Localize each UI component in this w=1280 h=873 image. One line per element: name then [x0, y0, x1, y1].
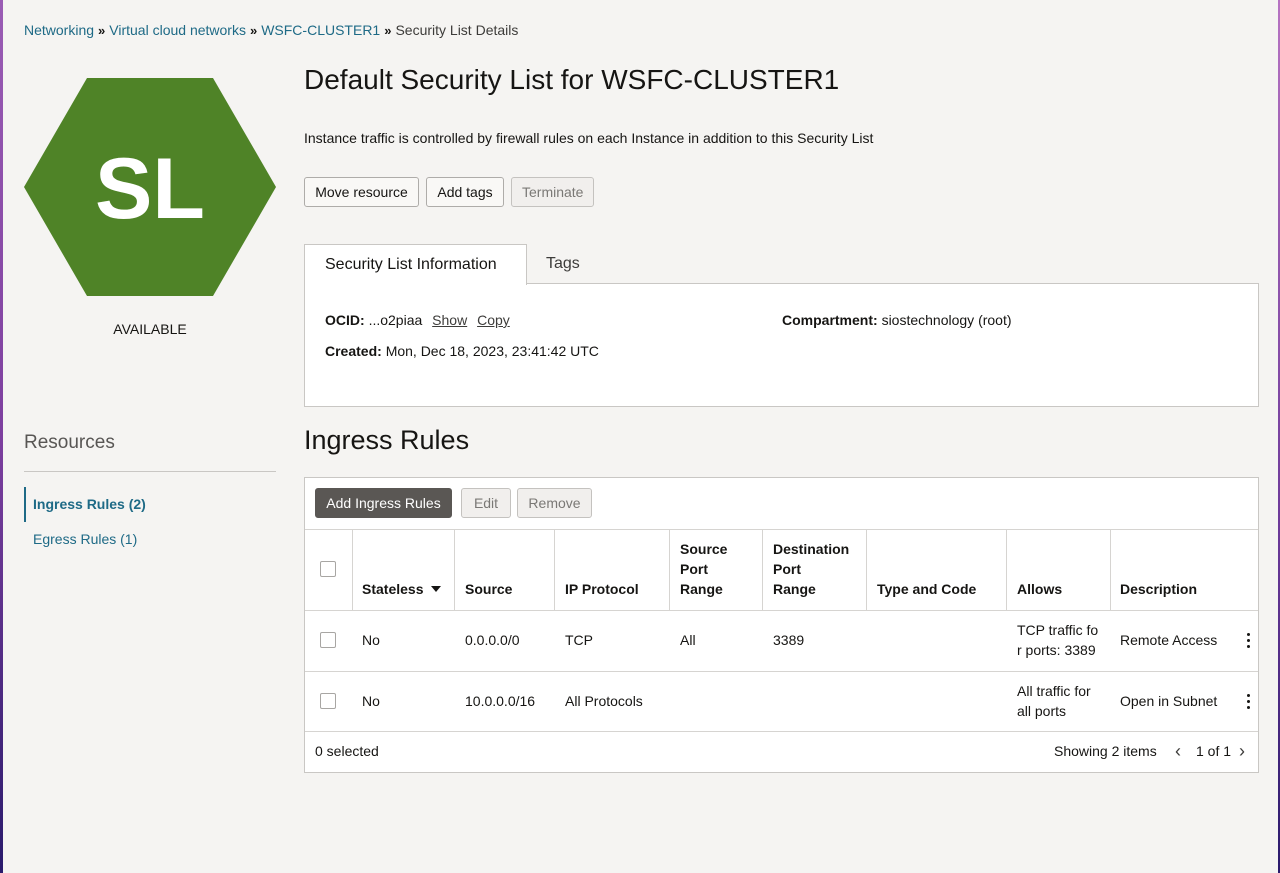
- column-header-ip-protocol: IP Protocol: [565, 581, 639, 597]
- status-label: AVAILABLE: [113, 321, 187, 337]
- cell-line: TCP traffic fo: [1017, 622, 1099, 638]
- move-resource-button[interactable]: Move resource: [304, 177, 419, 207]
- breadcrumb-separator: »: [98, 22, 106, 38]
- cell-allows: All traffic for all ports: [1017, 681, 1091, 721]
- add-ingress-rules-button[interactable]: Add Ingress Rules: [315, 488, 452, 518]
- sidebar-item-ingress-rules[interactable]: Ingress Rules (2): [24, 487, 276, 522]
- cell-ip-protocol: TCP: [565, 632, 593, 648]
- row-checkbox[interactable]: [320, 632, 336, 648]
- page-description: Instance traffic is controlled by firewa…: [304, 130, 874, 146]
- cell-allows: TCP traffic fo r ports: 3389: [1017, 620, 1098, 660]
- table-border: [305, 529, 1258, 530]
- created-row: Created: Mon, Dec 18, 2023, 23:41:42 UTC: [325, 343, 599, 359]
- compartment-row: Compartment: siostechnology (root): [782, 312, 1012, 328]
- row-checkbox[interactable]: [320, 693, 336, 709]
- tab-tags[interactable]: Tags: [546, 244, 580, 284]
- add-tags-button[interactable]: Add tags: [426, 177, 504, 207]
- table-footer: 0 selected Showing 2 items ‹ 1 of 1 ›: [305, 731, 1258, 772]
- breadcrumb-wsfc-cluster1[interactable]: WSFC-CLUSTER1: [261, 22, 380, 38]
- ocid-copy-link[interactable]: Copy: [477, 312, 510, 328]
- resource-badge: SL: [24, 78, 276, 296]
- column-header-destination-port-range: Destination Port Range: [773, 539, 849, 599]
- column-divider: [1110, 529, 1111, 610]
- header-line: Range: [773, 581, 816, 597]
- tab-security-list-information[interactable]: Security List Information: [304, 244, 527, 285]
- page-indicator: 1 of 1: [1196, 743, 1232, 759]
- sort-descending-icon: [431, 586, 442, 592]
- ocid-row: OCID: ...o2piaa Show Copy: [325, 312, 510, 328]
- page-title: Default Security List for WSFC-CLUSTER1: [304, 64, 840, 95]
- column-header-source: Source: [465, 581, 513, 597]
- breadcrumb-separator: »: [384, 22, 392, 38]
- cell-line: r ports: 3389: [1017, 642, 1096, 658]
- selected-count: 0 selected: [315, 743, 379, 759]
- column-divider: [762, 529, 763, 610]
- cell-stateless: No: [362, 632, 380, 648]
- row-actions-kebab-icon[interactable]: [1247, 633, 1251, 649]
- security-list-info-panel: OCID: ...o2piaa Show Copy Created: Mon, …: [304, 283, 1259, 407]
- cell-stateless: No: [362, 693, 380, 709]
- sidebar-item-egress-rules[interactable]: Egress Rules (1): [24, 530, 276, 548]
- resources-title: Resources: [24, 432, 115, 453]
- column-header-type-and-code: Type and Code: [877, 581, 977, 597]
- row-divider: [305, 671, 1258, 672]
- ocid-label: OCID:: [325, 312, 365, 328]
- cell-ip-protocol: All Protocols: [565, 693, 643, 709]
- chevron-right-icon[interactable]: ›: [1239, 741, 1245, 762]
- header-line: Destination: [773, 541, 850, 557]
- breadcrumb-separator: »: [249, 22, 258, 38]
- cell-description: Remote Access: [1120, 632, 1218, 648]
- column-divider: [352, 529, 353, 610]
- chevron-left-icon[interactable]: ‹: [1175, 741, 1181, 762]
- column-header-stateless[interactable]: Stateless: [362, 579, 442, 599]
- remove-button[interactable]: Remove: [517, 488, 592, 518]
- column-header-allows: Allows: [1017, 581, 1063, 597]
- ocid-value: ...o2piaa: [368, 312, 423, 328]
- cell-source: 10.0.0.0/16: [465, 693, 536, 709]
- window-edge-left: [0, 0, 3, 873]
- compartment-label: Compartment:: [782, 312, 878, 328]
- column-divider: [1006, 529, 1007, 610]
- row-actions-kebab-icon[interactable]: [1247, 694, 1251, 710]
- select-all-checkbox[interactable]: [320, 561, 336, 577]
- row-divider: [305, 610, 1258, 611]
- ingress-rules-panel: Add Ingress Rules Edit Remove Stateless …: [304, 477, 1259, 773]
- created-label: Created:: [325, 343, 382, 359]
- breadcrumb-current: Security List Details: [395, 22, 519, 38]
- showing-count: Showing 2 items: [1054, 743, 1157, 759]
- header-line: Range: [680, 581, 723, 597]
- column-header-description: Description: [1120, 581, 1198, 597]
- cell-line: All traffic for: [1017, 683, 1091, 699]
- cell-description: Open in Subnet: [1120, 693, 1218, 709]
- cell-source-port-range: All: [680, 632, 696, 648]
- column-divider: [669, 529, 670, 610]
- breadcrumb-networking[interactable]: Networking: [24, 22, 94, 38]
- edit-button[interactable]: Edit: [461, 488, 511, 518]
- compartment-value: siostechnology (root): [881, 312, 1012, 328]
- column-divider: [554, 529, 555, 610]
- cell-source: 0.0.0.0/0: [465, 632, 520, 648]
- column-divider: [866, 529, 867, 610]
- resources-divider: [24, 471, 276, 472]
- terminate-button[interactable]: Terminate: [511, 177, 594, 207]
- header-line: Port: [680, 561, 708, 577]
- ingress-rules-title: Ingress Rules: [304, 425, 470, 455]
- header-line: Port: [773, 561, 801, 577]
- ocid-show-link[interactable]: Show: [432, 312, 467, 328]
- column-header-stateless-label: Stateless: [362, 581, 424, 597]
- header-line: Source: [680, 541, 728, 557]
- cell-line: all ports: [1017, 703, 1067, 719]
- breadcrumb-vcn[interactable]: Virtual cloud networks: [109, 22, 246, 38]
- badge-initials: SL: [95, 141, 205, 237]
- detail-tabs: Security List Information Tags: [304, 244, 1259, 285]
- column-divider: [454, 529, 455, 610]
- cell-destination-port-range: 3389: [773, 632, 805, 648]
- column-header-source-port-range: Source Port Range: [680, 539, 727, 599]
- breadcrumb: Networking » Virtual cloud networks » WS…: [24, 22, 518, 38]
- created-value: Mon, Dec 18, 2023, 23:41:42 UTC: [385, 343, 599, 359]
